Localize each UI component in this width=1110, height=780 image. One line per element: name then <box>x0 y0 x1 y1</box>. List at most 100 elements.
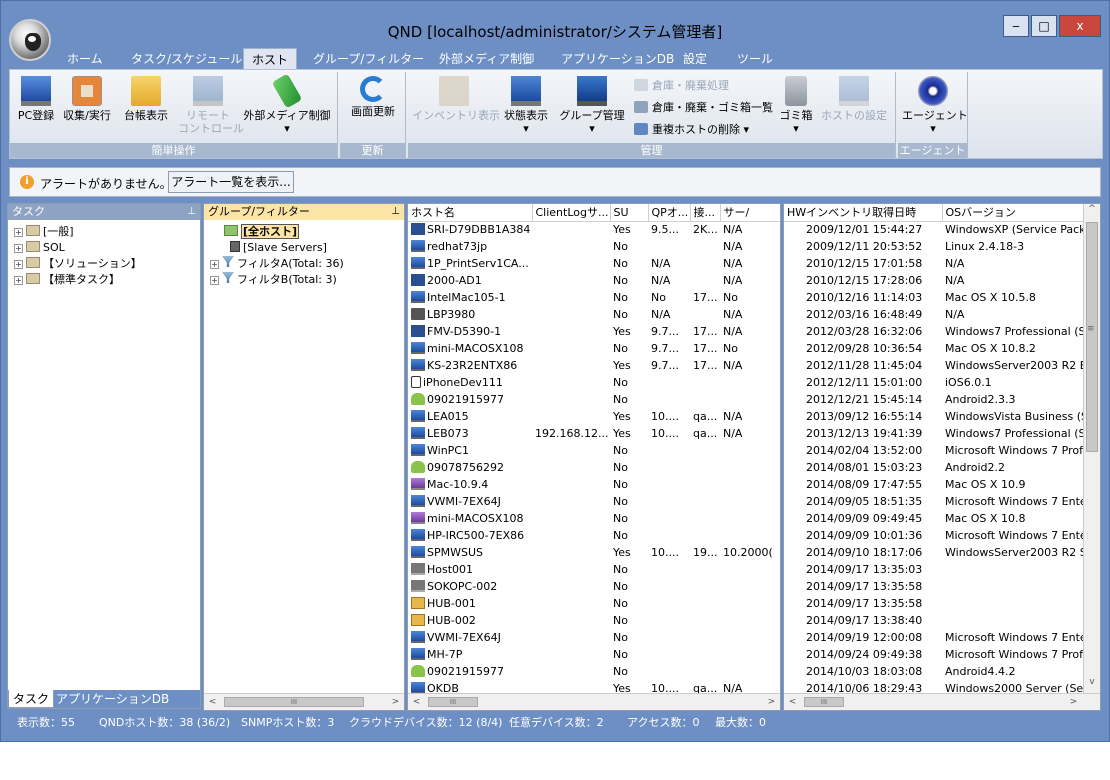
tab-task-schedule[interactable]: タスク/スケジュール <box>131 48 242 70</box>
close-button[interactable]: x <box>1059 15 1101 37</box>
table-row[interactable]: VWMI-7EX64J No <box>408 629 780 646</box>
table-row[interactable]: mini-MACOSX108 No 9.7... 17... No <box>408 340 780 357</box>
scroll-right-icon[interactable]: > <box>763 694 780 710</box>
table-row[interactable]: SRI-D79DBB1A384 Yes 9.5... 2K... N/A <box>408 221 780 238</box>
table-row[interactable]: 2014/09/09 10:01:36 Microsoft Windows 7 E… <box>784 527 1084 544</box>
tab-home[interactable]: ホーム <box>67 48 103 70</box>
table-row[interactable]: 2014/09/10 18:17:06 WindowsServer2003 R2 … <box>784 544 1084 561</box>
group-tree-item-all-hosts[interactable]: [全ホスト] <box>210 224 402 240</box>
column-header[interactable]: ホスト名 <box>408 204 533 222</box>
table-row[interactable]: 2013/09/12 16:55:14 WindowsVista Business… <box>784 408 1084 425</box>
table-row[interactable]: SOKOPC-002 No <box>408 578 780 595</box>
pin-icon[interactable]: ⊥ <box>187 204 196 220</box>
table-row[interactable]: HUB-002 No <box>408 612 780 629</box>
table-row[interactable]: 2013/12/13 19:41:39 Windows7 Professional… <box>784 425 1084 442</box>
scroll-right-icon[interactable]: > <box>387 694 404 710</box>
scroll-thumb[interactable]: III <box>804 697 844 707</box>
table-row[interactable]: 2010/12/15 17:01:58 N/A <box>784 255 1084 272</box>
tab-application-db[interactable]: アプリケーションDB <box>561 48 674 70</box>
tab-task[interactable]: タスク <box>8 690 55 708</box>
scroll-left-icon[interactable]: < <box>408 694 425 710</box>
table-row[interactable]: 2014/09/17 13:38:40 <box>784 612 1084 629</box>
scroll-thumb[interactable] <box>1086 222 1098 452</box>
table-row[interactable]: 2010/12/15 17:28:06 N/A <box>784 272 1084 289</box>
table-row[interactable]: 2012/12/21 15:45:14 Android2.3.3 <box>784 391 1084 408</box>
table-row[interactable]: KS-23R2ENTX86 Yes 9.7... 17... N/A <box>408 357 780 374</box>
remote-control-button[interactable]: リモート コントロール <box>178 76 244 135</box>
table-row[interactable]: 2012/03/16 16:48:49 N/A <box>784 306 1084 323</box>
table-row[interactable]: 2014/08/01 15:03:23 Android2.2 <box>784 459 1084 476</box>
status-view-button[interactable]: 状態表示 ▾ <box>498 76 554 135</box>
table-row[interactable]: 2014/09/24 09:49:38 Microsoft Windows 7 P… <box>784 646 1084 663</box>
expand-icon[interactable]: + <box>14 244 23 253</box>
external-media-button[interactable]: 外部メディア制御 ▾ <box>240 73 334 135</box>
column-header[interactable]: HWインベントリ取得日時 <box>784 204 943 222</box>
tab-group-filter[interactable]: グループ/フィルター <box>313 48 424 70</box>
table-row[interactable]: 2012/09/28 10:36:54 Mac OS X 10.8.2 <box>784 340 1084 357</box>
table-row[interactable]: Host001 No <box>408 561 780 578</box>
table-row[interactable]: WinPC1 No <box>408 442 780 459</box>
column-header[interactable]: 接... <box>690 204 721 222</box>
scroll-down-icon[interactable]: v <box>1084 677 1100 693</box>
tab-external-media[interactable]: 外部メディア制御 <box>439 48 534 70</box>
detail-hscrollbar[interactable]: < III > <box>784 693 1100 710</box>
inventory-view-button[interactable]: インベントリ表示 <box>412 76 500 122</box>
host-hscrollbar[interactable]: < III > <box>408 693 780 710</box>
table-row[interactable]: HP-IRC500-7EX86 No <box>408 527 780 544</box>
table-row[interactable]: 2014/08/09 17:47:55 Mac OS X 10.9 <box>784 476 1084 493</box>
table-row[interactable]: 2014/10/03 18:03:08 Android4.4.2 <box>784 663 1084 680</box>
table-row[interactable]: 1P_PrintServ1CA... No N/A N/A <box>408 255 780 272</box>
warehouse-list-button[interactable]: 倉庫・廃棄・ゴミ箱一覧 <box>634 100 773 116</box>
refresh-button[interactable]: 画面更新 <box>344 76 402 118</box>
agent-button[interactable]: エージェント ▾ <box>902 76 968 135</box>
scroll-thumb[interactable]: III <box>224 697 364 707</box>
table-row[interactable]: redhat73jp No N/A <box>408 238 780 255</box>
group-tree-item-filter-a[interactable]: + フィルタA(Total: 36) <box>210 256 402 272</box>
table-row[interactable]: 2009/12/11 20:53:52 Linux 2.4.18-3 <box>784 238 1084 255</box>
scroll-left-icon[interactable]: < <box>204 694 221 710</box>
table-row[interactable]: 2014/09/17 13:35:03 <box>784 561 1084 578</box>
task-tree-item[interactable]: + 【標準タスク】 <box>14 272 198 288</box>
table-row[interactable]: HUB-001 No <box>408 595 780 612</box>
table-row[interactable]: 2014/02/04 13:52:00 Microsoft Windows 7 P… <box>784 442 1084 459</box>
tab-tools[interactable]: ツール <box>737 48 773 70</box>
table-row[interactable]: 2014/09/05 18:51:35 Microsoft Windows 7 E… <box>784 493 1084 510</box>
group-tree-item-slave[interactable]: [Slave Servers] <box>210 240 402 256</box>
pin-icon[interactable]: ⊥ <box>391 204 400 220</box>
expand-icon[interactable]: + <box>14 228 23 237</box>
group-manage-button[interactable]: グループ管理 ▾ <box>556 76 628 135</box>
tab-settings[interactable]: 設定 <box>683 48 707 70</box>
table-row[interactable]: 09021915977 No <box>408 663 780 680</box>
table-row[interactable]: iPhoneDev111 No <box>408 374 780 391</box>
minimize-button[interactable]: ‒ <box>1003 15 1029 37</box>
table-row[interactable]: 2010/12/16 11:14:03 Mac OS X 10.5.8 <box>784 289 1084 306</box>
column-header[interactable]: OSバージョン <box>942 204 1085 222</box>
table-row[interactable]: VWMI-7EX64J No <box>408 493 780 510</box>
table-row[interactable]: 2014/09/17 13:35:58 <box>784 578 1084 595</box>
table-row[interactable]: LEA015 Yes 10.... qa... N/A <box>408 408 780 425</box>
table-row[interactable]: LEB073 192.168.12... Yes 10.... qa... N/A <box>408 425 780 442</box>
table-row[interactable]: 09078756292 No <box>408 459 780 476</box>
column-header[interactable]: SU <box>610 204 649 222</box>
expand-icon[interactable]: + <box>210 260 219 269</box>
table-row[interactable]: 09021915977 No <box>408 391 780 408</box>
show-alerts-button[interactable]: アラート一覧を表示... <box>168 171 294 193</box>
pc-register-button[interactable]: PC登録 <box>14 76 58 122</box>
table-row[interactable]: FMV-D5390-1 Yes 9.7... 17... N/A <box>408 323 780 340</box>
expand-icon[interactable]: + <box>14 276 23 285</box>
scroll-left-icon[interactable]: < <box>784 694 801 710</box>
expand-icon[interactable]: + <box>210 276 219 285</box>
detail-vscrollbar[interactable]: ^ ≡ v <box>1083 204 1100 693</box>
trash-button[interactable]: ゴミ箱 ▾ <box>776 76 816 135</box>
table-row[interactable]: 2014/09/19 12:00:08 Microsoft Windows 7 E… <box>784 629 1084 646</box>
table-row[interactable]: Mac-10.9.4 No <box>408 476 780 493</box>
host-settings-button[interactable]: ホストの設定 <box>818 76 890 122</box>
table-row[interactable]: mini-MACOSX108 No <box>408 510 780 527</box>
maximize-button[interactable]: □ <box>1031 15 1057 37</box>
table-row[interactable]: 2012/11/28 11:45:04 WindowsServer2003 R2 … <box>784 357 1084 374</box>
table-row[interactable]: MH-7P No <box>408 646 780 663</box>
collect-execute-button[interactable]: 収集/実行 <box>60 76 114 122</box>
app-logo-icon[interactable] <box>9 19 51 61</box>
scroll-up-icon[interactable]: ^ <box>1084 204 1100 220</box>
ledger-button[interactable]: 台帳表示 <box>118 76 174 122</box>
